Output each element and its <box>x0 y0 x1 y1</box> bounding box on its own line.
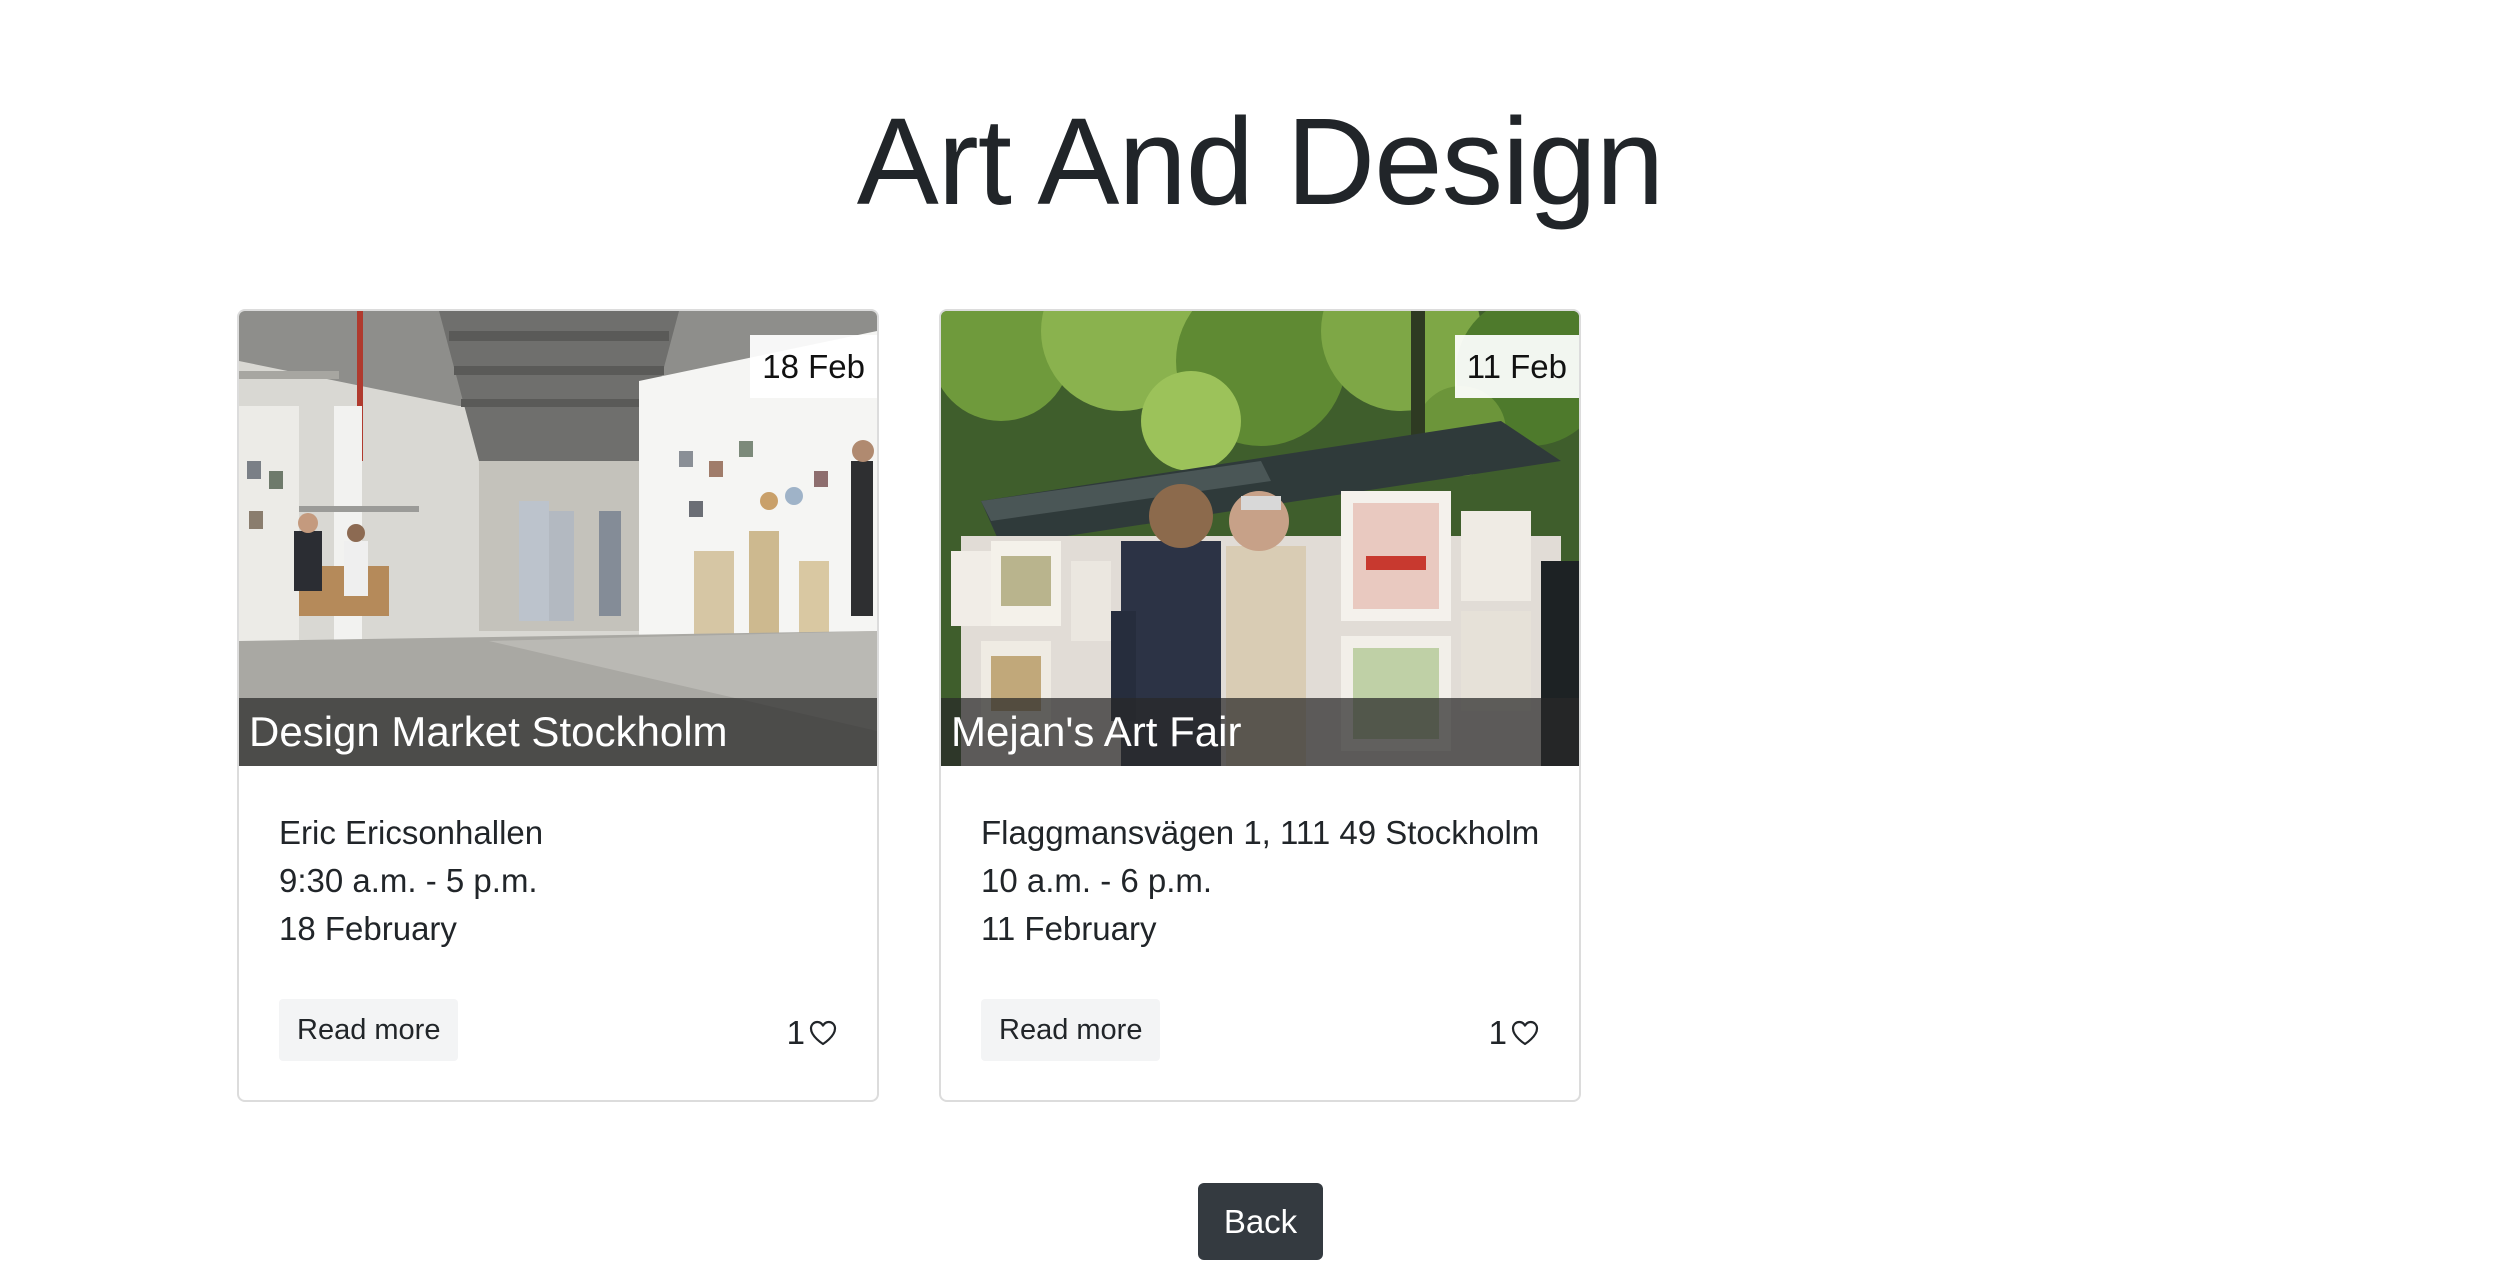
like-count: 1 <box>786 1014 805 1051</box>
event-title: Mejan's Art Fair <box>951 708 1242 755</box>
event-hours: 9:30 a.m. - 5 p.m. <box>279 862 538 899</box>
like-counter: 1 <box>787 1011 839 1055</box>
heart-icon[interactable] <box>1509 1017 1541 1049</box>
like-count: 1 <box>1488 1014 1507 1051</box>
event-image-design-market[interactable]: 18 Feb Design Market Stockholm <box>239 311 877 766</box>
heart-icon[interactable] <box>807 1017 839 1049</box>
event-title: Design Market Stockholm <box>249 708 728 755</box>
event-location: Flaggmansvägen 1, 111 49 Stockholm <box>981 814 1540 851</box>
date-badge: 11 Feb <box>1454 335 1579 398</box>
event-hours: 10 a.m. - 6 p.m. <box>981 862 1213 899</box>
event-image-mejans-art-fair[interactable]: 11 Feb Mejan's Art Fair <box>941 311 1579 766</box>
date-badge: 18 Feb <box>750 335 877 398</box>
image-caption-bar: Mejan's Art Fair <box>941 698 1579 766</box>
image-caption-bar: Design Market Stockholm <box>239 698 877 766</box>
event-location: Eric Ericsonhallen <box>279 814 544 851</box>
event-details: Eric Ericsonhallen 9:30 a.m. - 5 p.m. 18… <box>279 809 839 953</box>
read-more-button[interactable]: Read more <box>279 999 459 1061</box>
page: Art And Design 18 Feb Design Market Stoc… <box>0 0 2496 1276</box>
event-date: 18 February <box>279 910 457 947</box>
like-counter: 1 <box>1489 1011 1541 1055</box>
page-title: Art And Design <box>856 94 1664 231</box>
event-card-mejans-art-fair: 11 Feb Mejan's Art Fair Flaggmansvägen 1… <box>939 309 1581 1102</box>
event-details: Flaggmansvägen 1, 111 49 Stockholm 10 a.… <box>981 809 1541 953</box>
read-more-button[interactable]: Read more <box>981 999 1161 1061</box>
event-card-design-market: 18 Feb Design Market Stockholm Eric Eric… <box>237 309 879 1102</box>
event-date: 11 February <box>981 910 1157 947</box>
back-button[interactable]: Back <box>1198 1183 1323 1260</box>
